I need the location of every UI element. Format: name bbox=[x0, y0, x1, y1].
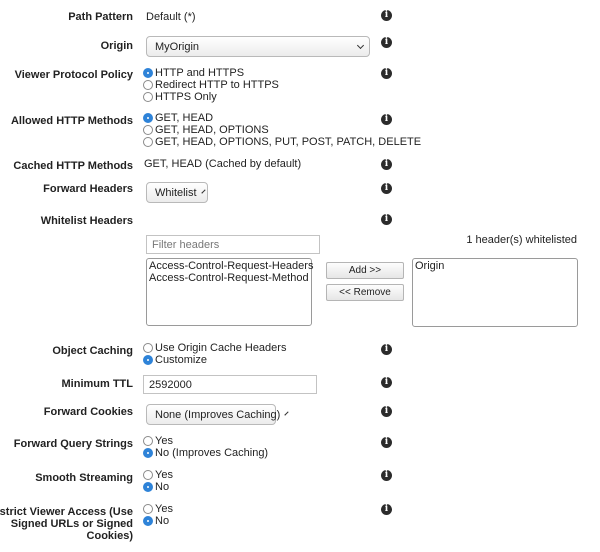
radio-query-yes[interactable]: Yes bbox=[143, 435, 173, 447]
forward-headers-label: Forward Headers bbox=[43, 183, 133, 195]
radio-streaming-yes[interactable]: Yes bbox=[143, 469, 173, 481]
radio-label: Use Origin Cache Headers bbox=[155, 342, 287, 354]
radio-streaming-no[interactable]: No bbox=[143, 481, 169, 493]
restrict-viewer-access-label: Restrict Viewer Access (Use Signed URLs … bbox=[0, 506, 133, 542]
minimum-ttl-input[interactable] bbox=[143, 375, 317, 394]
info-icon[interactable]: i bbox=[381, 344, 392, 355]
radio-button[interactable] bbox=[143, 504, 153, 514]
cached-http-methods-value: GET, HEAD (Cached by default) bbox=[144, 158, 302, 170]
radio-label: HTTP and HTTPS bbox=[155, 67, 245, 79]
chevron-down-icon bbox=[356, 41, 365, 49]
minimum-ttl-label: Minimum TTL bbox=[61, 378, 134, 390]
radio-button[interactable] bbox=[143, 80, 153, 90]
radio-restrict-yes[interactable]: Yes bbox=[143, 503, 173, 515]
radio-button[interactable] bbox=[143, 516, 153, 526]
radio-get-head-options[interactable]: GET, HEAD, OPTIONS bbox=[143, 124, 269, 136]
radio-button[interactable] bbox=[143, 436, 153, 446]
forward-query-strings-label: Forward Query Strings bbox=[13, 438, 133, 450]
forward-headers-select[interactable]: Whitelist bbox=[146, 182, 208, 203]
info-icon[interactable]: i bbox=[381, 437, 392, 448]
radio-all-methods[interactable]: GET, HEAD, OPTIONS, PUT, POST, PATCH, DE… bbox=[143, 136, 421, 148]
info-icon[interactable]: i bbox=[381, 406, 392, 417]
forward-cookies-label: Forward Cookies bbox=[43, 406, 133, 418]
whitelisted-count: 1 header(s) whitelisted bbox=[466, 234, 577, 246]
list-item[interactable]: Origin bbox=[415, 260, 575, 272]
radio-restrict-no[interactable]: No bbox=[143, 515, 169, 527]
list-item[interactable]: Access-Control-Request-Method bbox=[149, 272, 309, 284]
add-header-button[interactable]: Add >> bbox=[326, 262, 404, 279]
radio-label: Redirect HTTP to HTTPS bbox=[155, 79, 279, 91]
radio-label: No (Improves Caching) bbox=[155, 447, 269, 459]
remove-header-button[interactable]: << Remove bbox=[326, 284, 404, 301]
viewer-protocol-policy-label: Viewer Protocol Policy bbox=[14, 69, 133, 81]
forward-headers-select-value: Whitelist bbox=[155, 186, 197, 199]
radio-label: GET, HEAD bbox=[155, 112, 214, 124]
whitelist-headers-label: Whitelist Headers bbox=[40, 215, 133, 227]
origin-label: Origin bbox=[100, 40, 133, 52]
filter-headers-input[interactable] bbox=[146, 235, 320, 254]
radio-label: GET, HEAD, OPTIONS bbox=[155, 124, 269, 136]
radio-label: GET, HEAD, OPTIONS, PUT, POST, PATCH, DE… bbox=[155, 136, 422, 148]
forward-cookies-select-value: None (Improves Caching) bbox=[155, 408, 281, 421]
radio-button[interactable] bbox=[143, 343, 153, 353]
radio-use-origin-cache-headers[interactable]: Use Origin Cache Headers bbox=[143, 342, 286, 354]
path-pattern-label: Path Pattern bbox=[68, 11, 133, 23]
chevron-down-icon bbox=[200, 188, 206, 194]
radio-label: Yes bbox=[155, 469, 173, 481]
origin-select-value: MyOrigin bbox=[155, 40, 200, 53]
radio-button[interactable] bbox=[143, 137, 153, 147]
info-icon[interactable]: i bbox=[381, 10, 392, 21]
radio-label: Yes bbox=[155, 503, 173, 515]
origin-select[interactable]: MyOrigin bbox=[146, 36, 370, 57]
radio-get-head[interactable]: GET, HEAD bbox=[143, 112, 213, 124]
radio-button[interactable] bbox=[143, 482, 153, 492]
allowed-http-methods-label: Allowed HTTP Methods bbox=[10, 115, 133, 127]
radio-label: No bbox=[155, 515, 170, 527]
radio-button[interactable] bbox=[143, 448, 153, 458]
radio-http-and-https[interactable]: HTTP and HTTPS bbox=[143, 67, 244, 79]
radio-query-no[interactable]: No (Improves Caching) bbox=[143, 447, 268, 459]
radio-button[interactable] bbox=[143, 470, 153, 480]
info-icon[interactable]: i bbox=[381, 377, 392, 388]
radio-https-only[interactable]: HTTPS Only bbox=[143, 91, 217, 103]
radio-label: Yes bbox=[155, 435, 173, 447]
radio-button[interactable] bbox=[143, 68, 153, 78]
info-icon[interactable]: i bbox=[381, 183, 392, 194]
smooth-streaming-label: Smooth Streaming bbox=[35, 472, 133, 484]
info-icon[interactable]: i bbox=[381, 504, 392, 515]
info-icon[interactable]: i bbox=[381, 114, 392, 125]
chevron-down-icon bbox=[284, 410, 289, 416]
radio-label: HTTPS Only bbox=[155, 91, 217, 103]
whitelisted-headers-list[interactable]: Origin bbox=[412, 258, 578, 327]
available-headers-list[interactable]: Access-Control-Request-Headers Access-Co… bbox=[146, 258, 313, 326]
list-item[interactable]: Access-Control-Request-Headers bbox=[149, 260, 313, 272]
radio-label: No bbox=[155, 481, 170, 493]
cached-http-methods-label: Cached HTTP Methods bbox=[13, 160, 133, 172]
radio-redirect-http-to-https[interactable]: Redirect HTTP to HTTPS bbox=[143, 79, 279, 91]
info-icon[interactable]: i bbox=[381, 214, 392, 225]
info-icon[interactable]: i bbox=[381, 37, 392, 48]
info-icon[interactable]: i bbox=[381, 68, 392, 79]
radio-button[interactable] bbox=[143, 113, 153, 123]
radio-label: Customize bbox=[155, 354, 207, 366]
forward-cookies-select[interactable]: None (Improves Caching) bbox=[146, 404, 289, 425]
radio-customize[interactable]: Customize bbox=[143, 354, 207, 366]
radio-button[interactable] bbox=[143, 355, 153, 365]
path-pattern-value: Default (*) bbox=[146, 11, 196, 23]
radio-button[interactable] bbox=[143, 125, 153, 135]
info-icon[interactable]: i bbox=[381, 159, 392, 170]
info-icon[interactable]: i bbox=[381, 470, 392, 481]
object-caching-label: Object Caching bbox=[52, 345, 133, 357]
radio-button[interactable] bbox=[143, 92, 153, 102]
